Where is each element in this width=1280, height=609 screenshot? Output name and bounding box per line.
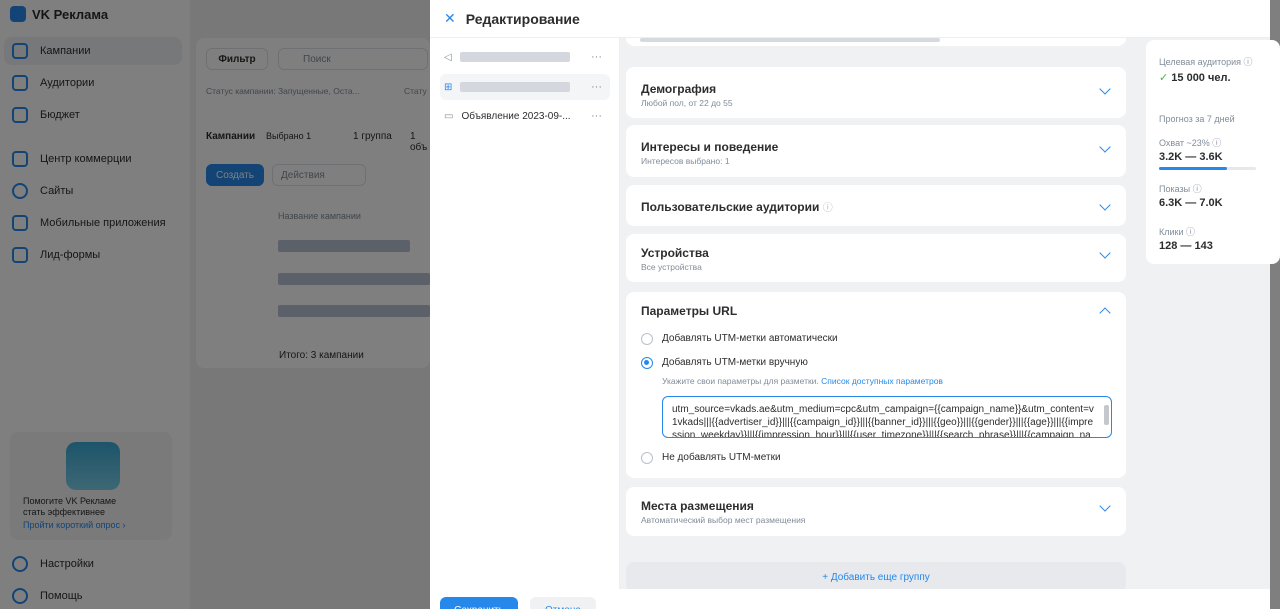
tree-item-label <box>460 82 571 92</box>
chevron-down-icon[interactable] <box>1099 141 1111 153</box>
horizontal-scrollbar[interactable] <box>640 38 940 42</box>
megaphone-icon: ◁ <box>444 51 452 63</box>
more-icon[interactable]: ··· <box>591 81 602 93</box>
check-circle-icon: ✓ <box>1159 72 1169 84</box>
modal-footer: Сохранить Отмена <box>430 589 1270 609</box>
cancel-button[interactable]: Отмена <box>530 597 596 609</box>
more-icon[interactable]: ··· <box>591 51 602 63</box>
reach-progress-fill <box>1159 167 1227 170</box>
section-url-params: Параметры URL Добавлять UTM-метки автома… <box>626 292 1126 478</box>
audience-value: ✓ 15 000 чел. <box>1159 72 1231 84</box>
utm-params-textarea[interactable]: utm_source=vkads.ae&utm_medium=cpc&utm_c… <box>662 396 1112 438</box>
audience-label: Целевая аудитория ⓘ <box>1159 57 1253 67</box>
utm-auto-label[interactable]: Добавлять UTM-метки автоматически <box>662 333 838 344</box>
section-custom-audiences[interactable]: Пользовательские аудитории ⓘ <box>626 185 1126 226</box>
forecast-card: Целевая аудитория ⓘ ✓ 15 000 чел. Прогно… <box>1146 40 1280 264</box>
utm-manual-radio[interactable] <box>641 357 653 369</box>
views-value: 6.3K — 7.0K <box>1159 197 1223 209</box>
reach-value: 3.2K — 3.6K <box>1159 151 1223 163</box>
utm-manual-label[interactable]: Добавлять UTM-метки вручную <box>662 357 808 368</box>
modal-title: Редактирование <box>465 10 580 27</box>
tree-item-ad[interactable]: ▭ Объявление 2023-09-... ··· <box>440 103 610 129</box>
section-title: Параметры URL <box>641 304 738 318</box>
modal-header: ✕ Редактирование <box>430 0 1270 38</box>
previous-section <box>626 38 1126 46</box>
views-label: Показы ⓘ <box>1159 184 1202 194</box>
utm-params-value: utm_source=vkads.ae&utm_medium=cpc&utm_c… <box>672 404 1094 438</box>
utm-none-label[interactable]: Не добавлять UTM-метки <box>662 452 781 463</box>
section-title: Устройства <box>641 246 709 260</box>
info-icon: ⓘ <box>822 203 833 214</box>
tree-item-label <box>459 52 570 62</box>
chevron-down-icon[interactable] <box>1099 199 1111 211</box>
clicks-label: Клики ⓘ <box>1159 227 1196 237</box>
grid-icon: ⊞ <box>444 81 453 93</box>
close-icon[interactable]: ✕ <box>444 10 456 27</box>
utm-auto-radio[interactable] <box>641 333 653 345</box>
tree-item-label: Объявление 2023-09-... <box>461 110 571 122</box>
section-interests[interactable]: Интересы и поведение Интересов выбрано: … <box>626 125 1126 177</box>
tree-item-campaign[interactable]: ◁ ··· <box>440 44 610 70</box>
more-icon[interactable]: ··· <box>591 110 602 122</box>
save-button[interactable]: Сохранить <box>440 597 518 609</box>
params-list-link[interactable]: Список доступных параметров <box>821 376 943 386</box>
info-icon: ⓘ <box>1212 138 1222 148</box>
chevron-down-icon[interactable] <box>1099 500 1111 512</box>
add-group-button[interactable]: + Добавить еще группу <box>626 562 1126 589</box>
clicks-value: 128 — 143 <box>1159 240 1213 252</box>
section-title: Места размещения <box>641 499 754 513</box>
section-title: Интересы и поведение <box>641 140 779 154</box>
utm-hint: Укажите свои параметры для разметки. Спи… <box>662 376 943 386</box>
section-subtitle: Все устройства <box>641 262 702 272</box>
reach-label: Охват ~23% ⓘ <box>1159 138 1222 148</box>
structure-tree: ◁ ··· ⊞ ··· ▭ Объявление 2023-09-... ··· <box>430 38 620 589</box>
reach-progress <box>1159 167 1256 170</box>
settings-content: Демография Любой пол, от 22 до 55 Интере… <box>620 38 1140 589</box>
info-icon: ⓘ <box>1243 57 1253 67</box>
section-subtitle: Автоматический выбор мест размещения <box>641 515 806 525</box>
forecast-panel: Целевая аудитория ⓘ ✓ 15 000 чел. Прогно… <box>1140 38 1280 589</box>
section-placements[interactable]: Места размещения Автоматический выбор ме… <box>626 487 1126 536</box>
edit-modal: ✕ Редактирование ◁ ··· ⊞ ··· ▭ Объявлени… <box>430 0 1280 609</box>
utm-none-radio[interactable] <box>641 452 653 464</box>
section-title: Пользовательские аудитории ⓘ <box>641 200 833 214</box>
info-icon: ⓘ <box>1186 227 1196 237</box>
section-demography[interactable]: Демография Любой пол, от 22 до 55 <box>626 67 1126 118</box>
info-icon: ⓘ <box>1192 184 1202 194</box>
modal-overlay[interactable] <box>0 0 430 609</box>
chevron-up-icon[interactable] <box>1099 307 1111 319</box>
chevron-down-icon[interactable] <box>1099 247 1111 259</box>
chevron-down-icon[interactable] <box>1099 83 1111 95</box>
tree-item-group[interactable]: ⊞ ··· <box>440 74 610 100</box>
section-subtitle: Интересов выбрано: 1 <box>641 156 730 166</box>
textarea-scrollbar[interactable] <box>1104 405 1109 425</box>
section-subtitle: Любой пол, от 22 до 55 <box>641 98 733 108</box>
section-devices[interactable]: Устройства Все устройства <box>626 234 1126 282</box>
ad-icon: ▭ <box>444 110 454 122</box>
forecast-period: Прогноз за 7 дней <box>1159 114 1235 124</box>
section-title: Демография <box>641 82 717 96</box>
